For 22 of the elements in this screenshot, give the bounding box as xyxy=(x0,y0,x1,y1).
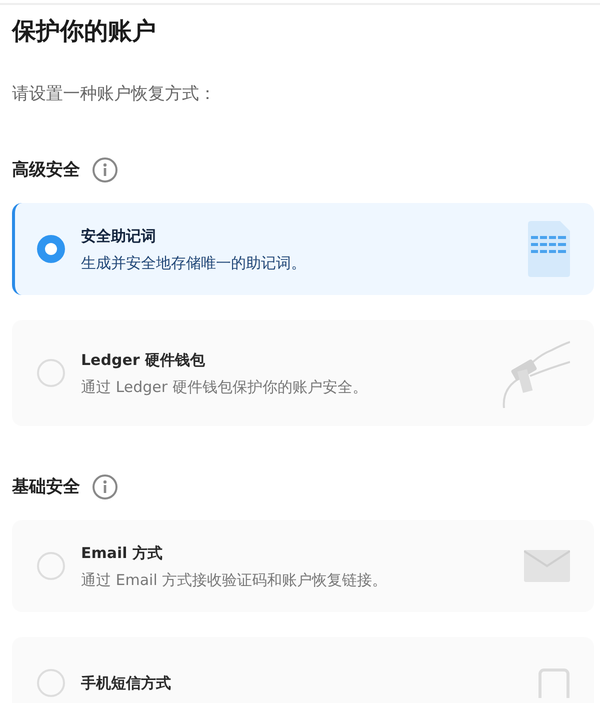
info-icon[interactable] xyxy=(92,157,118,184)
page-title: 保护你的账户 xyxy=(12,17,157,46)
envelope-icon xyxy=(524,550,570,582)
document-icon xyxy=(528,221,570,278)
section-heading: 高级安全 xyxy=(12,158,80,182)
radio-button[interactable] xyxy=(37,235,65,264)
option-title: 手机短信方式 xyxy=(81,673,172,694)
option-title: 安全助记词 xyxy=(81,226,157,247)
option-card[interactable]: Ledger 硬件钱包 通过 Ledger 硬件钱包保护你的账户安全。 xyxy=(12,320,594,426)
option-description: 通过 Ledger 硬件钱包保护你的账户安全。 xyxy=(81,377,368,398)
option-title: Email 方式 xyxy=(81,542,164,564)
option-card[interactable]: 安全助记词 生成并安全地存储唯一的助记词。 xyxy=(12,203,594,296)
section-heading: 基础安全 xyxy=(12,476,80,499)
option-description: 通过 Email 方式接收验证码和账户恢复链接。 xyxy=(81,570,388,592)
option-description: 生成并安全地存储唯一的助记词。 xyxy=(81,253,307,274)
phone-icon xyxy=(538,668,570,698)
cable-drawing xyxy=(502,338,570,408)
option-card[interactable]: 手机短信方式 xyxy=(12,637,594,703)
info-icon[interactable] xyxy=(92,474,118,500)
option-card[interactable]: Email 方式 通过 Email 方式接收验证码和账户恢复链接。 xyxy=(12,520,594,612)
subtitle: 请设置一种账户恢复方式： xyxy=(12,82,217,106)
option-title: Ledger 硬件钱包 xyxy=(81,350,206,371)
